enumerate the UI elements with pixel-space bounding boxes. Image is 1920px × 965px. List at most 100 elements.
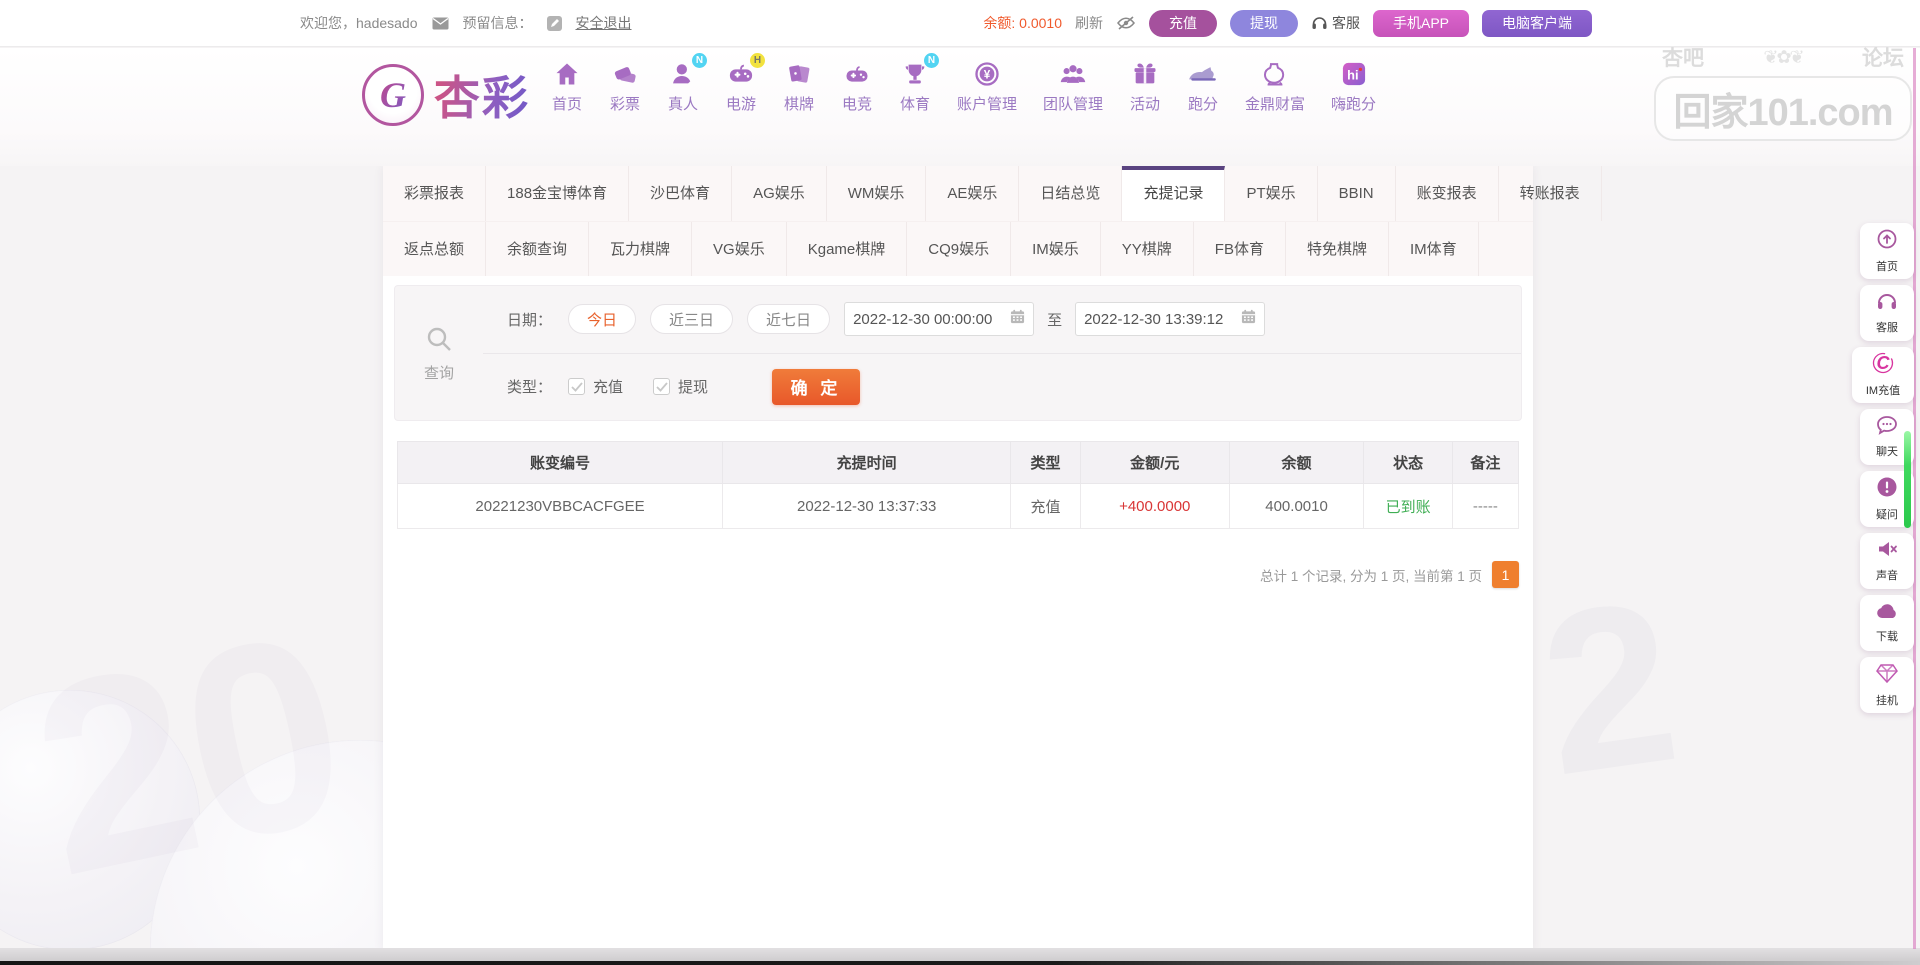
date-to-input[interactable]: 2022-12-30 13:39:12 xyxy=(1075,302,1265,336)
tab-account-change-report[interactable]: 账变报表 xyxy=(1396,166,1499,221)
tab-vg[interactable]: VG娱乐 xyxy=(692,222,787,276)
filter-panel: 查询 日期： 今日 近三日 近七日 2022-12-30 00:00:00 至 … xyxy=(394,285,1522,421)
col-remark: 备注 xyxy=(1452,442,1518,484)
tab-im[interactable]: IM娱乐 xyxy=(1011,222,1101,276)
nav-activity[interactable]: 活动 xyxy=(1116,58,1174,114)
nav-sports[interactable]: N 体育 xyxy=(886,58,944,114)
preset-today[interactable]: 今日 xyxy=(568,304,636,334)
scrollbar-thumb[interactable] xyxy=(1904,431,1911,528)
cards-icon xyxy=(783,58,815,90)
site-logo[interactable]: G 杏彩 xyxy=(362,62,530,128)
esports-gamepad-icon xyxy=(841,58,873,90)
range-separator: 至 xyxy=(1047,309,1062,330)
tab-kgame[interactable]: Kgame棋牌 xyxy=(787,222,908,276)
checkbox-withdraw[interactable]: 提现 xyxy=(653,376,708,397)
nav-egames[interactable]: H 电游 xyxy=(712,58,770,114)
logo-text: 杏彩 xyxy=(434,62,530,128)
tab-saba-sports[interactable]: 沙巴体育 xyxy=(629,166,732,221)
mail-icon[interactable] xyxy=(432,17,449,30)
logout-link[interactable]: 安全退出 xyxy=(576,13,632,33)
tab-row-filler xyxy=(1479,222,1533,276)
date-from-input[interactable]: 2022-12-30 00:00:00 xyxy=(844,302,1034,336)
mobile-app-button[interactable]: 手机APP xyxy=(1373,10,1469,37)
col-account-change-id: 账变编号 xyxy=(398,442,723,484)
tab-rebate-total[interactable]: 返点总额 xyxy=(383,222,486,276)
tab-row-filler xyxy=(1602,166,1644,221)
preset-last-7-days[interactable]: 近七日 xyxy=(747,304,830,334)
nav-board-games[interactable]: 棋牌 xyxy=(770,58,828,114)
nav-paofen[interactable]: 跑分 xyxy=(1174,58,1232,114)
nav-esports[interactable]: 电竞 xyxy=(828,58,886,114)
pagination-summary: 总计 1 个记录, 分为 1 页, 当前第 1 页 xyxy=(1260,565,1482,585)
tab-transfer-report[interactable]: 转账报表 xyxy=(1499,166,1602,221)
tab-daily-summary[interactable]: 日结总览 xyxy=(1019,166,1122,221)
date-label: 日期： xyxy=(507,309,552,330)
calendar-icon[interactable] xyxy=(1010,309,1025,329)
cell-status: 已到账 xyxy=(1364,484,1453,529)
nav-team-management[interactable]: 团队管理 xyxy=(1030,58,1116,114)
nav-live[interactable]: N 真人 xyxy=(654,58,712,114)
side-service[interactable]: 客服 xyxy=(1860,285,1914,341)
calendar-icon[interactable] xyxy=(1241,309,1256,329)
pc-client-button[interactable]: 电脑客户端 xyxy=(1482,10,1592,37)
topbar: 欢迎您，hadesado 预留信息： 安全退出 余额: 0.0010 刷新 充值… xyxy=(0,0,1920,47)
preset-last-3-days[interactable]: 近三日 xyxy=(650,304,733,334)
side-idle[interactable]: 挂机 xyxy=(1860,657,1914,713)
tab-lottery-report[interactable]: 彩票报表 xyxy=(383,166,486,221)
eye-off-icon[interactable] xyxy=(1116,15,1136,31)
logo-emblem-icon: G xyxy=(362,64,424,126)
tab-bbin[interactable]: BBIN xyxy=(1318,166,1396,221)
recharge-button[interactable]: 充值 xyxy=(1149,10,1217,37)
tab-yy-board[interactable]: YY棋牌 xyxy=(1101,222,1194,276)
tab-wm[interactable]: WM娱乐 xyxy=(827,166,927,221)
welcome-text: 欢迎您，hadesado xyxy=(300,13,418,33)
tab-ae[interactable]: AE娱乐 xyxy=(926,166,1019,221)
top-arrow-icon xyxy=(1876,228,1898,255)
pagination: 总计 1 个记录, 分为 1 页, 当前第 1 页 1 xyxy=(1260,561,1519,588)
cell-balance: 400.0010 xyxy=(1229,484,1364,529)
col-status: 状态 xyxy=(1364,442,1453,484)
trophy-icon: N xyxy=(899,58,931,90)
gift-icon xyxy=(1129,58,1161,90)
edit-icon[interactable] xyxy=(547,16,562,31)
new-badge: N xyxy=(692,53,707,68)
cell-account-change-id: 20221230VBBCACFGEE xyxy=(398,484,723,529)
tab-im-sports[interactable]: IM体育 xyxy=(1389,222,1479,276)
nav-account-management[interactable]: ¥ 账户管理 xyxy=(944,58,1030,114)
checkbox-recharge[interactable]: 充值 xyxy=(568,376,623,397)
withdraw-button[interactable]: 提现 xyxy=(1230,10,1298,37)
type-label: 类型： xyxy=(507,376,552,397)
side-home[interactable]: 首页 xyxy=(1860,223,1914,279)
nav-jinding-wealth[interactable]: 金鼎财富 xyxy=(1232,58,1318,114)
confirm-button[interactable]: 确 定 xyxy=(772,369,860,405)
date-filter-row: 日期： 今日 近三日 近七日 2022-12-30 00:00:00 至 202… xyxy=(483,286,1521,353)
gamepad-icon: H xyxy=(725,58,757,90)
headset-icon xyxy=(1311,15,1328,31)
type-filter-row: 类型： 充值 提现 确 定 xyxy=(483,353,1521,421)
refresh-link[interactable]: 刷新 xyxy=(1075,13,1103,33)
tab-fb-sports[interactable]: FB体育 xyxy=(1194,222,1286,276)
nav-lottery[interactable]: 彩票 xyxy=(596,58,654,114)
tab-wali-board[interactable]: 瓦力棋牌 xyxy=(589,222,692,276)
side-sound[interactable]: 声音 xyxy=(1860,533,1914,589)
nav-home[interactable]: 首页 xyxy=(538,58,596,114)
tab-pt[interactable]: PT娱乐 xyxy=(1225,166,1317,221)
tab-temian-board[interactable]: 特免棋牌 xyxy=(1286,222,1389,276)
side-download[interactable]: 下载 xyxy=(1860,595,1914,651)
checkbox-icon xyxy=(568,378,585,395)
tab-ag[interactable]: AG娱乐 xyxy=(732,166,827,221)
tab-cq9[interactable]: CQ9娱乐 xyxy=(907,222,1011,276)
tab-balance-query[interactable]: 余额查询 xyxy=(486,222,589,276)
nav-hi-paofen[interactable]: hi 嗨跑分 xyxy=(1318,58,1389,114)
tab-deposit-withdraw-records[interactable]: 充提记录 xyxy=(1122,166,1225,221)
balance-value: 0.0010 xyxy=(1019,15,1062,31)
forum-watermark: 杏吧 ❦✿❦ 论坛 回家101.com xyxy=(1654,42,1912,141)
tab-188-jinbaobo-sports[interactable]: 188金宝博体育 xyxy=(486,166,629,221)
reserved-info-label: 预留信息： xyxy=(463,13,533,33)
query-caption: 查询 xyxy=(395,286,483,420)
decor-number: 20 xyxy=(11,572,369,938)
page-1-button[interactable]: 1 xyxy=(1492,561,1519,588)
side-im-recharge[interactable]: C IM充值 xyxy=(1852,347,1914,403)
speaker-mute-icon xyxy=(1876,539,1898,564)
service-link[interactable]: 客服 xyxy=(1311,13,1360,33)
